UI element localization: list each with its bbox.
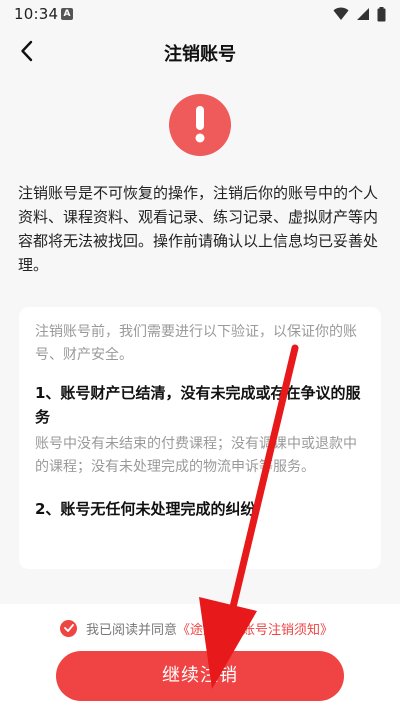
requirement-1-description: 账号中没有未结束的付费课程；没有调课中或退款中的课程；没有未处理完成的物流申诉等… bbox=[35, 436, 357, 475]
requirement-2-heading: 2、账号无任何未处理完成的纠纷 bbox=[35, 500, 256, 518]
battery-icon bbox=[377, 6, 386, 21]
intro-text: 注销账号是不可恢复的操作，注销后你的账号中的个人资料、课程资料、观看记录、练习记… bbox=[18, 184, 379, 274]
navigation-bar: 注销账号 bbox=[0, 28, 400, 74]
card-lead-text: 注销账号前，我们需要进行以下验证，以保证你的账号、财产安全。 bbox=[35, 324, 357, 363]
agreement-prefix: 我已阅读并同意 bbox=[86, 622, 178, 638]
status-bar: 10:34 A bbox=[0, 0, 400, 28]
page-title: 注销账号 bbox=[164, 44, 236, 65]
agreement-checkbox[interactable] bbox=[60, 619, 77, 637]
status-time: 10:34 bbox=[14, 5, 59, 23]
exclamation-icon bbox=[195, 106, 205, 143]
warning-circle bbox=[169, 94, 231, 156]
status-indicators bbox=[333, 6, 386, 22]
wifi-icon bbox=[333, 7, 349, 20]
verification-card: 注销账号前，我们需要进行以下验证，以保证你的账号、财产安全。 1、账号财产已结清… bbox=[19, 307, 381, 569]
continue-cancel-button[interactable]: 继续注销 bbox=[56, 651, 344, 701]
agreement-row: 我已阅读并同意 《途途课堂账号注销须知》 bbox=[60, 617, 333, 639]
notification-badge-icon: A bbox=[61, 8, 73, 20]
check-icon bbox=[63, 624, 74, 632]
signal-icon bbox=[357, 8, 369, 20]
agreement-link[interactable]: 《途途课堂账号注销须知》 bbox=[177, 619, 333, 638]
requirement-1-heading: 1、账号财产已结清，没有未完成或存在争议的服务 bbox=[35, 384, 361, 426]
